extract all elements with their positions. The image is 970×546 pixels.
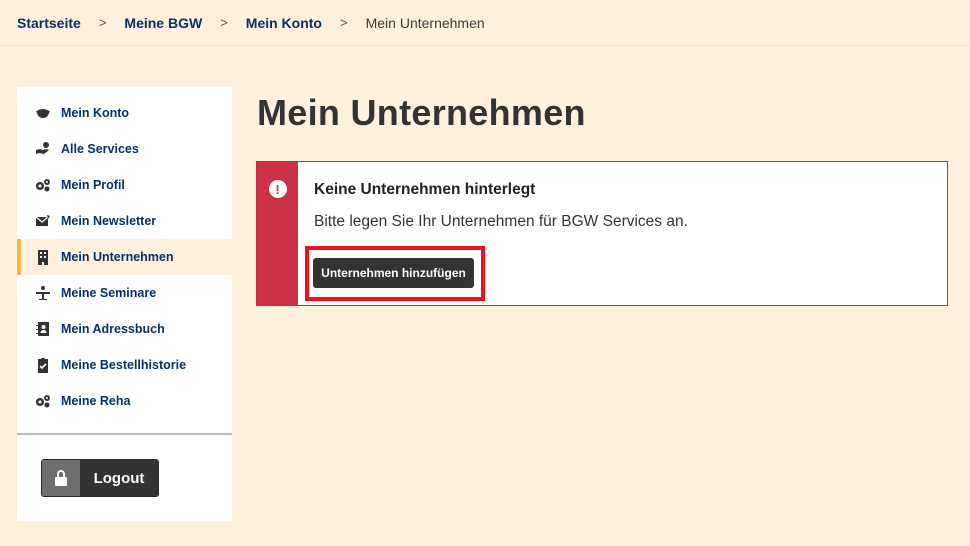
sidebar-item-mein-konto[interactable]: Mein Konto xyxy=(17,95,232,131)
clipboard-check-icon xyxy=(33,357,53,373)
breadcrumb-current: Mein Unternehmen xyxy=(365,14,485,31)
sidebar-item-mein-adressbuch[interactable]: Mein Adressbuch xyxy=(17,311,232,347)
breadcrumb-startseite[interactable]: Startseite xyxy=(17,15,81,31)
breadcrumb-mein-konto[interactable]: Mein Konto xyxy=(246,15,322,31)
sidebar-item-label: Alle Services xyxy=(61,142,139,156)
sidebar-item-label: Meine Reha xyxy=(61,394,131,408)
sidebar-item-alle-services[interactable]: Alle Services xyxy=(17,131,232,167)
gears-icon xyxy=(33,393,53,409)
add-company-button[interactable]: Unternehmen hinzufügen xyxy=(313,258,474,288)
sidebar-item-meine-bestellhistorie[interactable]: Meine Bestellhistorie xyxy=(17,347,232,383)
sidebar-item-label: Meine Seminare xyxy=(61,286,157,300)
sidebar-item-label: Mein Newsletter xyxy=(61,214,157,228)
handshake-icon xyxy=(33,105,53,121)
sidebar-item-mein-newsletter[interactable]: Mein Newsletter xyxy=(17,203,232,239)
sidebar-divider xyxy=(17,433,232,435)
hand-coin-icon xyxy=(33,141,53,157)
alert-bar: ! xyxy=(257,162,298,305)
sidebar-item-label: Mein Adressbuch xyxy=(61,322,165,336)
gears-icon xyxy=(33,177,53,193)
breadcrumb-separator: > xyxy=(98,15,107,30)
breadcrumb: Startseite > Meine BGW > Mein Konto > Me… xyxy=(0,0,970,46)
sidebar-item-mein-unternehmen[interactable]: Mein Unternehmen xyxy=(17,239,232,275)
logout-label: Logout xyxy=(80,460,158,496)
breadcrumb-meine-bgw[interactable]: Meine BGW xyxy=(124,15,202,31)
building-icon xyxy=(33,249,53,265)
address-book-icon xyxy=(33,321,53,337)
sidebar-item-meine-seminare[interactable]: Meine Seminare xyxy=(17,275,232,311)
sidebar-item-meine-reha[interactable]: Meine Reha xyxy=(17,383,232,419)
presentation-icon xyxy=(33,285,53,301)
alert-text: Bitte legen Sie Ihr Unternehmen für BGW … xyxy=(314,213,688,230)
lock-icon xyxy=(42,460,80,496)
sidebar: Mein Konto Alle Services Mein Profil Mei… xyxy=(17,87,232,521)
page-title: Mein Unternehmen xyxy=(257,92,586,133)
logout-button[interactable]: Logout xyxy=(41,459,159,497)
sidebar-item-label: Mein Profil xyxy=(61,178,125,192)
sidebar-item-label: Mein Unternehmen xyxy=(61,250,174,264)
sidebar-item-mein-profil[interactable]: Mein Profil xyxy=(17,167,232,203)
exclamation-icon: ! xyxy=(268,180,287,198)
breadcrumb-separator: > xyxy=(340,15,348,30)
envelope-icon xyxy=(33,213,53,229)
breadcrumb-separator: > xyxy=(220,15,228,30)
alert-title: Keine Unternehmen hinterlegt xyxy=(314,181,536,198)
sidebar-item-label: Meine Bestellhistorie xyxy=(61,358,187,372)
sidebar-item-label: Mein Konto xyxy=(61,106,130,120)
